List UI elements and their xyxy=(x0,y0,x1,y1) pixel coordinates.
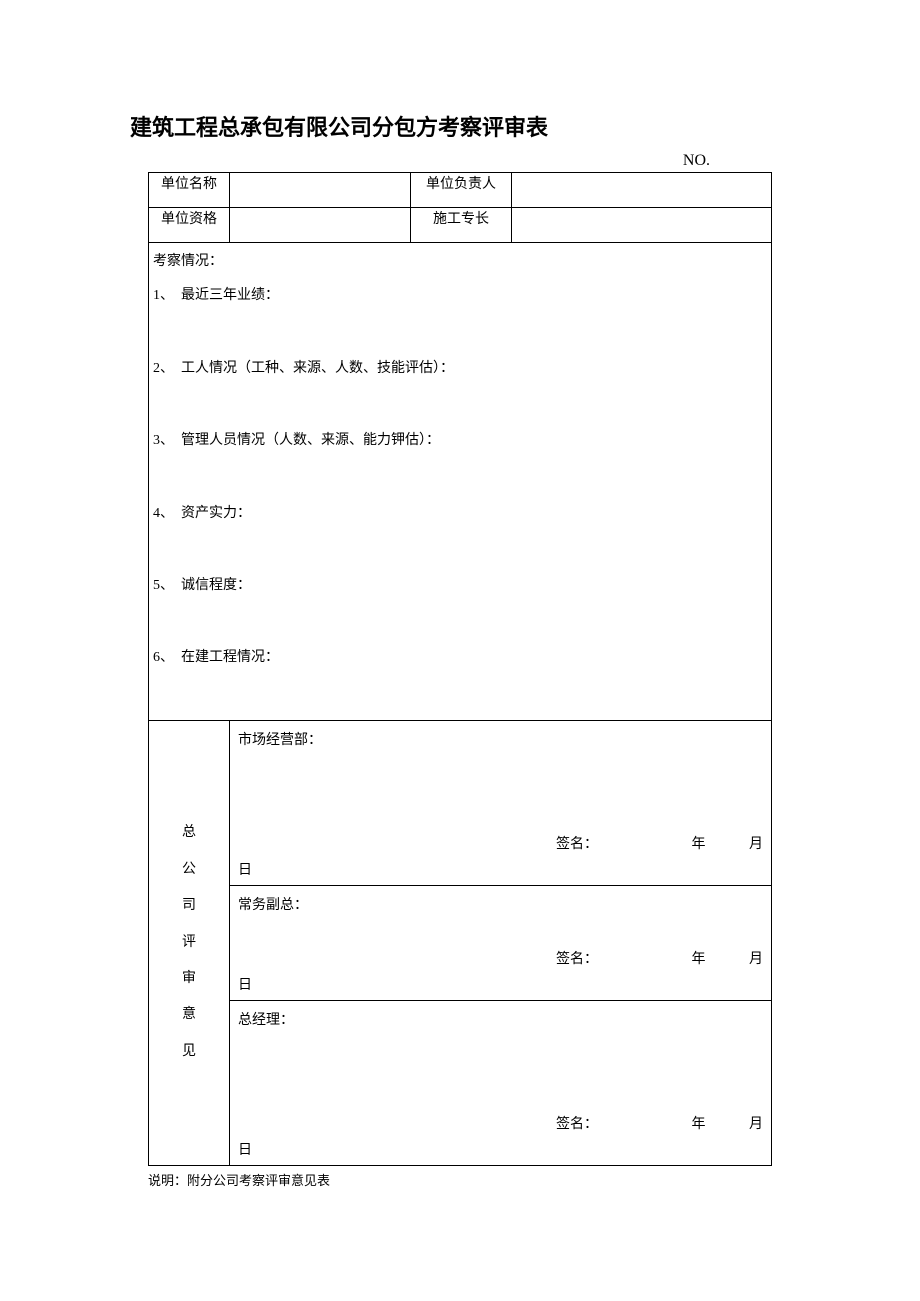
opinion-block-market: 市场经营部： 签名： 年 月 日 xyxy=(230,720,772,885)
month-label: 月 xyxy=(749,952,763,967)
inspection-item: 6、在建工程情况： xyxy=(153,647,761,669)
unit-qual-label: 单位资格 xyxy=(149,208,230,243)
year-label: 年 xyxy=(692,1113,706,1133)
year-label: 年 xyxy=(692,833,706,853)
month-label: 月 xyxy=(749,837,763,852)
form-table: 单位名称 单位负责人 单位资格 施工专长 考察情况： 1、最近三年业绩： 2、工… xyxy=(148,172,772,1166)
day-label: 日 xyxy=(238,1139,763,1159)
footer-note: 说明：附分公司考察评审意见表 xyxy=(148,1170,790,1189)
year-label: 年 xyxy=(692,948,706,968)
unit-name-label: 单位名称 xyxy=(149,173,230,208)
page-title: 建筑工程总承包有限公司分包方考察评审表 xyxy=(130,110,790,142)
inspection-item: 5、诚信程度： xyxy=(153,575,761,597)
month-label: 月 xyxy=(749,1117,763,1132)
opinion-dept: 市场经营部： xyxy=(238,729,763,749)
signature-label: 签名： xyxy=(556,1113,598,1133)
unit-leader-value[interactable] xyxy=(512,173,772,208)
inspection-header: 考察情况： xyxy=(153,251,761,273)
inspection-item: 1、最近三年业绩： xyxy=(153,285,761,307)
specialty-label: 施工专长 xyxy=(411,208,512,243)
opinion-vertical-label: 总公司评审意见 xyxy=(149,720,230,1165)
day-label: 日 xyxy=(238,859,763,879)
opinion-dept: 常务副总： xyxy=(238,894,763,914)
inspection-item: 2、工人情况（工种、来源、人数、技能评估）： xyxy=(153,358,761,380)
opinion-block-deputy: 常务副总： 签名： 年 月 日 xyxy=(230,885,772,1000)
opinion-dept: 总经理： xyxy=(238,1009,763,1029)
no-label: NO. xyxy=(130,152,790,170)
unit-qual-value[interactable] xyxy=(230,208,411,243)
inspection-item: 3、管理人员情况（人数、来源、能力钾估）： xyxy=(153,430,761,452)
specialty-value[interactable] xyxy=(512,208,772,243)
opinion-block-gm: 总经理： 签名： 年 月 日 xyxy=(230,1000,772,1165)
signature-label: 签名： xyxy=(556,948,598,968)
inspection-item: 4、资产实力： xyxy=(153,503,761,525)
unit-leader-label: 单位负责人 xyxy=(411,173,512,208)
signature-label: 签名： xyxy=(556,833,598,853)
day-label: 日 xyxy=(238,974,763,994)
inspection-section: 考察情况： 1、最近三年业绩： 2、工人情况（工种、来源、人数、技能评估）： 3… xyxy=(149,243,772,721)
unit-name-value[interactable] xyxy=(230,173,411,208)
